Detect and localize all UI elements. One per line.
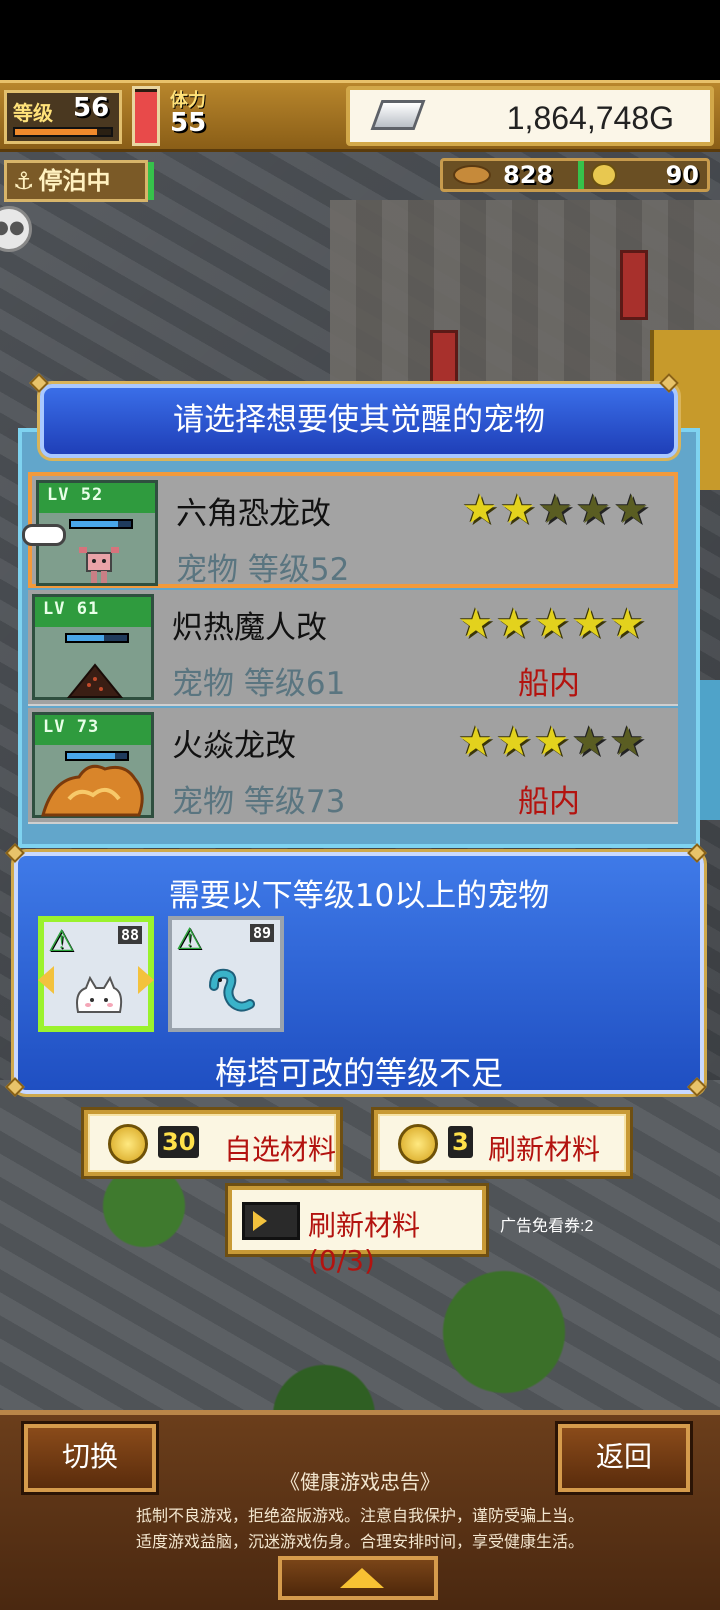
resource-b-value: 90 [665, 161, 699, 189]
level-value: 56 [73, 93, 110, 123]
ad-refresh-label: 刷新材料(0/3) [308, 1209, 421, 1277]
pet-thumbnail: LV 73 [32, 712, 154, 818]
select-material-button[interactable]: 30 自选材料 [84, 1110, 340, 1176]
pet-sprite-icon [65, 655, 125, 698]
pet-number-badge: 88 [117, 926, 142, 944]
health-notice-line: 抵制不良游戏，拒绝盗版游戏。注意自我保护，谨防受骗上当。 [135, 1506, 584, 1525]
star-icon: ★ [613, 487, 650, 533]
dock-status-indicator [148, 162, 154, 200]
level-label: 等级 [13, 101, 53, 125]
star-icon: ★ [458, 601, 494, 647]
food-icon [453, 165, 491, 185]
warning-icon: ⚠ [48, 924, 75, 959]
pet-sprite-icon [69, 541, 129, 583]
refresh-material-button[interactable]: 3 刷新材料 [374, 1110, 630, 1176]
resource-bar: 828 90 [440, 158, 710, 192]
pet-location: 船内 [518, 666, 580, 702]
required-pet-card[interactable]: ⚠ 89 [168, 916, 284, 1032]
dialog-title-text: 请选择想要使其觉醒的宠物 [173, 402, 545, 438]
star-icon: ★ [458, 719, 494, 765]
star-icon: ★ [495, 719, 532, 765]
pet-name: 六角恐龙改 [176, 496, 331, 532]
pet-level-text: 宠物 等级73 [172, 784, 346, 820]
pet-level-badge: LV 73 [43, 717, 100, 737]
anchor-icon: ⚓ [13, 167, 35, 195]
chevron-up-icon [340, 1568, 384, 1588]
pet-sprite-icon [39, 759, 144, 817]
resource-divider [578, 161, 584, 189]
gold-display[interactable]: 1,864,748G [346, 86, 714, 146]
pet-exp-bar [69, 519, 133, 529]
star-icon: ★ [609, 601, 646, 647]
pet-level-badge: LV 61 [43, 599, 100, 619]
star-icon: ★ [462, 487, 498, 533]
pet-exp-bar [65, 633, 129, 643]
health-notice-title: 《健康游戏忠告》 [280, 1470, 440, 1494]
expand-menu-button[interactable] [278, 1556, 438, 1600]
select-material-label: 自选材料 [224, 1133, 337, 1166]
pet-rarity-stars: ★ ★ ★ ★ ★ [458, 722, 645, 762]
castle-banner [620, 250, 648, 320]
pet-name: 炽热魔人改 [172, 610, 327, 646]
health-notice-line: 适度游戏益脑，沉迷游戏伤身。合理安排时间，享受健康生活。 [135, 1532, 584, 1551]
pet-row[interactable]: LV 52 六角恐龙改 宠物 等级52 ★ ★ ★ ★ ★ [22, 472, 678, 588]
medal-icon [591, 163, 617, 187]
refresh-material-cost: 3 [448, 1126, 473, 1158]
star-icon: ★ [537, 487, 574, 533]
star-icon: ★ [609, 719, 646, 765]
pet-rarity-stars: ★ ★ ★ ★ ★ [458, 604, 645, 644]
white-cat-sprite-icon [76, 976, 123, 1013]
star-icon: ★ [499, 487, 536, 533]
dock-status-badge[interactable]: ⚓ 停泊中 [4, 160, 148, 202]
coin-icon [398, 1124, 438, 1164]
star-icon: ★ [571, 601, 608, 647]
pet-level-badge: LV 52 [47, 485, 104, 505]
ad-refresh-button[interactable]: 刷新材料(0/3) [228, 1186, 486, 1277]
select-material-cost: 30 [158, 1126, 200, 1158]
star-icon: ★ [575, 487, 612, 533]
silver-ingot-icon [370, 100, 426, 130]
pet-number-badge: 89 [249, 924, 274, 942]
dialog-title: 请选择想要使其觉醒的宠物 [40, 384, 678, 458]
blue-snake-sprite-icon [209, 968, 255, 1012]
pet-thumbnail: LV 61 [32, 594, 154, 700]
stamina-bar [132, 86, 160, 146]
stamina-value: 55 [170, 108, 207, 138]
pet-row[interactable]: LV 61 炽热魔人改 宠物 等级61 船内 ★ ★ ★ ★ ★ [28, 590, 678, 706]
xp-bar-fill [15, 129, 97, 135]
star-icon: ★ [495, 601, 532, 647]
pet-level-text: 宠物 等级52 [176, 552, 350, 588]
video-ad-icon [242, 1202, 300, 1240]
pet-level-text: 宠物 等级61 [172, 666, 346, 702]
resource-a-value: 828 [503, 161, 554, 189]
coin-icon [108, 1124, 148, 1164]
ad-ticket-note: 广告免看券:2 [500, 1218, 594, 1235]
refresh-material-label: 刷新材料 [488, 1133, 601, 1166]
requirement-title: 需要以下等级10以上的宠物 [168, 878, 550, 914]
pet-location: 船内 [518, 784, 580, 820]
pet-list: LV 52 六角恐龙改 宠物 等级52 ★ ★ ★ ★ ★ LV 61 炽热魔人改 宠物… [22, 472, 678, 832]
arrow-right-icon[interactable] [138, 966, 154, 994]
star-icon: ★ [533, 601, 570, 647]
star-icon: ★ [533, 719, 570, 765]
dock-status-label: 停泊中 [38, 167, 111, 195]
star-icon: ★ [571, 719, 608, 765]
arrow-left-icon[interactable] [38, 966, 54, 994]
gold-amount: 1,864,748G [506, 100, 674, 136]
requirement-panel: 需要以下等级10以上的宠物 ⚠ 88 ⚠ 89 梅塔可改的等级不足 [14, 852, 704, 1094]
player-level-box: 等级 56 [4, 90, 122, 144]
requirement-footer: 梅塔可改的等级不足 [214, 1054, 503, 1092]
warning-icon: ⚠ [176, 922, 203, 957]
pet-rarity-stars: ★ ★ ★ ★ ★ [462, 490, 649, 530]
xp-bar [13, 127, 113, 137]
pointer-hand-icon [22, 524, 66, 546]
stamina-bar-fill [135, 91, 157, 143]
pet-name: 火焱龙改 [172, 728, 296, 764]
required-pet-card[interactable]: ⚠ 88 [38, 916, 154, 1032]
pet-row[interactable]: LV 73 火焱龙改 宠物 等级73 船内 ★ ★ ★ ★ ★ [28, 708, 678, 824]
